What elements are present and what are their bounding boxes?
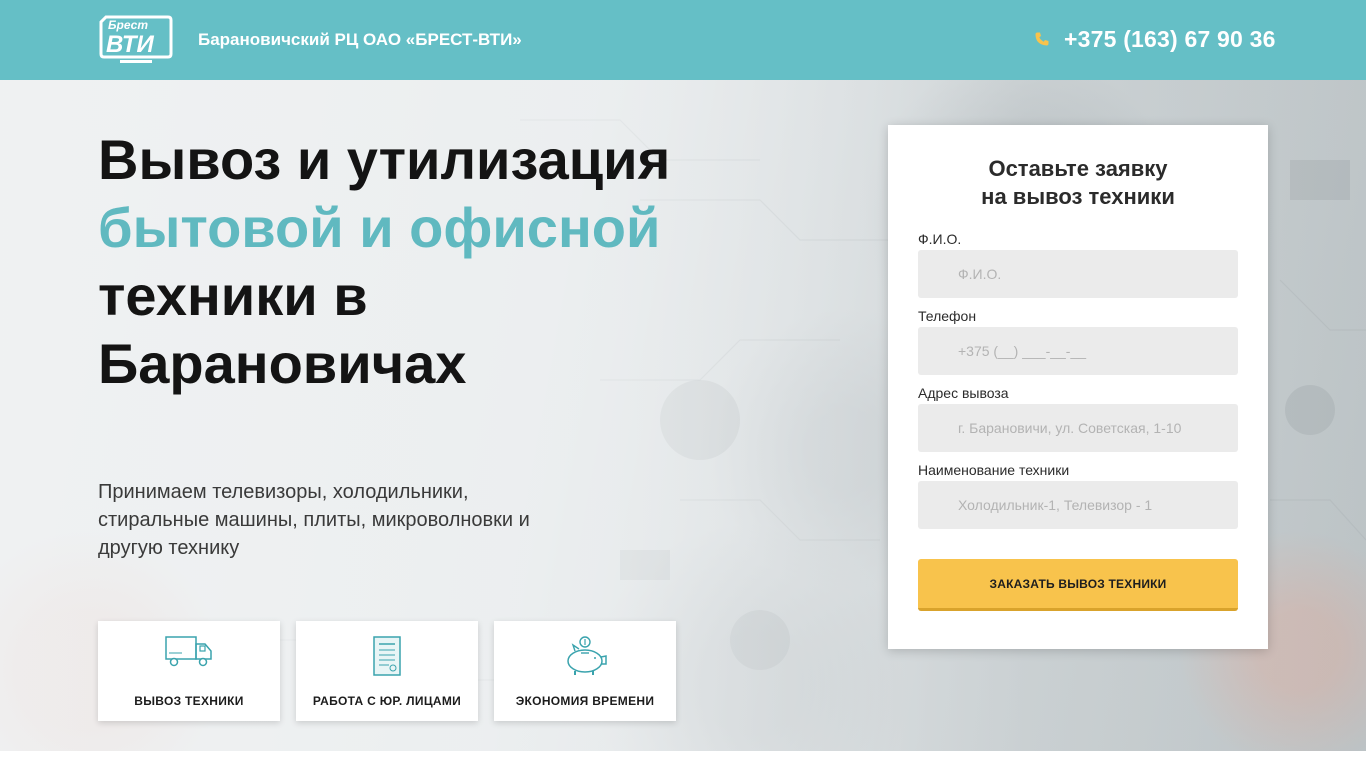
feature-card-legal: РАБОТА С ЮР. ЛИЦАМИ [296,621,478,721]
feature-card-saving: ЭКОНОМИЯ ВРЕМЕНИ [494,621,676,721]
truck-icon [165,636,212,667]
title-line-3: техники в [98,264,368,327]
logo-top-text: Брест [108,18,148,32]
form-title-line-2: на вывоз техники [981,184,1175,209]
title-line-1: Вывоз и утилизация [98,128,671,191]
page-title: Вывоз и утилизация бытовой и офисной тех… [98,126,718,398]
form-title: Оставьте заявку на вывоз техники [888,155,1268,211]
order-removal-button[interactable]: ЗАКАЗАТЬ ВЫВОЗ ТЕХНИКИ [918,559,1238,611]
phone-label: Телефон [918,308,977,324]
feature-card-removal: ВЫВОЗ ТЕХНИКИ [98,621,280,721]
feature-label: РАБОТА С ЮР. ЛИЦАМИ [312,694,462,708]
phone-icon [1035,32,1049,46]
document-icon [373,636,401,676]
order-form: Оставьте заявку на вывоз техники Ф.И.О. … [888,125,1268,649]
address-label: Адрес вывоза [918,385,1009,401]
name-input[interactable] [918,250,1238,298]
logo-bottom-text: ВТИ [106,31,154,58]
piggy-bank-icon [567,636,607,675]
feature-label: ЭКОНОМИЯ ВРЕМЕНИ [515,694,655,708]
form-title-line-1: Оставьте заявку [988,156,1168,181]
site-header: Брест ВТИ Барановичский РЦ ОАО «БРЕСТ-ВТ… [0,0,1366,80]
company-name: Барановичский РЦ ОАО «БРЕСТ-ВТИ» [198,30,522,49]
phone-input[interactable] [918,327,1238,375]
equipment-label: Наименование техники [918,462,1070,478]
title-line-4: Барановичах [98,332,467,395]
name-label: Ф.И.О. [918,231,962,247]
feature-label: ВЫВОЗ ТЕХНИКИ [134,694,244,708]
equipment-input[interactable] [918,481,1238,529]
phone-number-link[interactable]: +375 (163) 67 90 36 [1064,26,1276,53]
hero-subtitle: Принимаем телевизоры, холодильники, стир… [98,481,530,559]
address-input[interactable] [918,404,1238,452]
monitor-logo-icon: Брест ВТИ [99,15,173,63]
brest-vti-logo[interactable]: Брест ВТИ [98,14,174,66]
title-accent-line: бытовой и офисной [98,196,661,259]
